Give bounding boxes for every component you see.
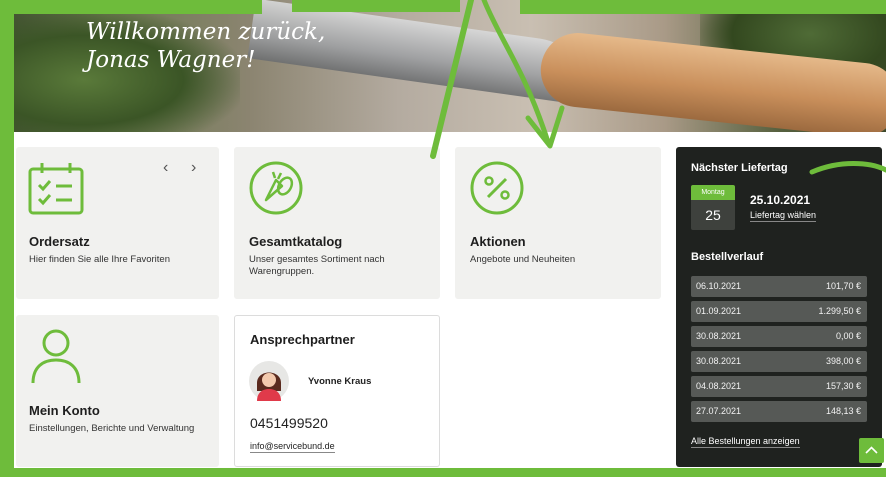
annotation-arrows	[0, 0, 886, 175]
arrow-line-left	[430, 0, 474, 159]
arrow-line-panel	[809, 161, 886, 175]
arrow-line-right	[481, 0, 551, 145]
